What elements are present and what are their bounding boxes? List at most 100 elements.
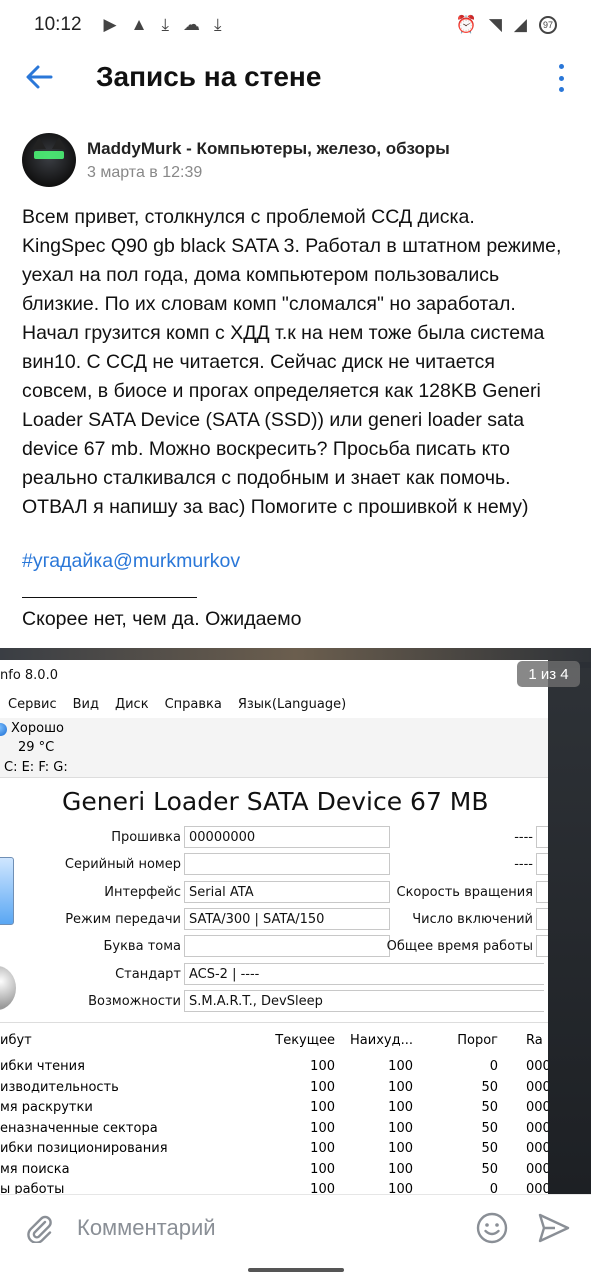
- table-row: ибки чтения 100 100 0 000: [0, 1055, 551, 1076]
- cell: 50: [481, 1100, 498, 1115]
- youtube-icon: ▶: [103, 15, 117, 34]
- page-title: Запись на стене: [96, 61, 322, 92]
- field-value: S.M.A.R.T., DevSleep: [184, 990, 544, 1012]
- field-value: [184, 935, 390, 957]
- cell: 100: [388, 1182, 413, 1194]
- health-status: Хорошо: [11, 721, 64, 736]
- back-arrow-icon[interactable]: [24, 62, 54, 92]
- cell: 100: [310, 1100, 335, 1115]
- cell: мя раскрутки: [0, 1100, 93, 1115]
- author-name[interactable]: MaddyMurk - Компьютеры, железо, обзоры: [87, 139, 450, 159]
- cell: 100: [310, 1182, 335, 1194]
- cell: 100: [310, 1161, 335, 1177]
- download-icon: ⤓: [213, 15, 222, 34]
- cell: ибки чтения: [0, 1059, 85, 1074]
- table-row: мя поиска 100 100 50 000: [0, 1158, 551, 1179]
- app-menu-bar: Сервис Вид Диск Справка Язык(Language): [0, 687, 548, 721]
- field-label: Стандарт: [115, 967, 181, 982]
- field-value: 00000000: [184, 826, 390, 848]
- cell: 100: [388, 1120, 413, 1136]
- table-row: мя раскрутки 100 100 50 000: [0, 1096, 551, 1117]
- field-label: ----: [514, 857, 533, 872]
- cell: 50: [481, 1161, 498, 1177]
- column-header: Порог: [457, 1033, 498, 1048]
- cell: 0: [489, 1059, 498, 1074]
- table-row: ибки позиционирования 100 100 50 000: [0, 1137, 551, 1158]
- cell: 50: [481, 1079, 498, 1095]
- post-line: Начал грузится комп с ХДД т.к на нем тож…: [22, 322, 545, 344]
- cell: 100: [388, 1059, 413, 1074]
- field-label: Скорость вращения: [396, 885, 534, 900]
- post-line: Всем привет, столкнулся с проблемой ССД …: [22, 206, 475, 228]
- emoji-icon[interactable]: [475, 1211, 509, 1245]
- cell: ы работы: [0, 1182, 65, 1194]
- cloud-icon: ☁: [182, 15, 200, 34]
- field-label: Режим передачи: [65, 912, 181, 927]
- cell: 100: [310, 1141, 335, 1156]
- field-label: Серийный номер: [64, 857, 181, 872]
- cell: ибки позиционирования: [0, 1141, 168, 1156]
- hashtag-link[interactable]: #угадайка@murkmurkov: [22, 550, 240, 573]
- table-row: ы работы 100 100 0 000: [0, 1178, 551, 1194]
- photo-background: [548, 668, 591, 1194]
- field-label: Интерфейс: [104, 885, 181, 900]
- table-row: еназначенные сектора 100 100 50 000: [0, 1117, 551, 1138]
- photo-counter: 1 из 4: [517, 661, 580, 687]
- cell: еназначенные сектора: [0, 1120, 158, 1136]
- comment-input[interactable]: Комментарий: [77, 1215, 216, 1241]
- post-line: близкие. По их словам комп "сломался" но…: [22, 293, 516, 315]
- navigation-icon: ▲: [130, 15, 148, 34]
- post-footnote: Скорее нет, чем да. Ожидаемо: [22, 608, 302, 630]
- system-icons: ⏰ ◥ ◢ 97: [456, 15, 557, 35]
- health-dot-icon: [0, 723, 7, 736]
- download-icon: ⤓: [161, 15, 169, 34]
- window-title: nfo 8.0.0: [0, 660, 548, 687]
- cell: 100: [310, 1079, 335, 1095]
- post-text: Всем привет, столкнулся с проблемой ССД …: [22, 203, 577, 522]
- cell: 100: [388, 1161, 413, 1177]
- post-line: device 67 mb. Можно воскресить? Просьба …: [22, 438, 510, 460]
- cell: 0: [489, 1182, 498, 1194]
- cell: 100: [388, 1141, 413, 1156]
- field-value: ACS-2 | ----: [184, 963, 544, 985]
- field-value: SATA/300 | SATA/150: [184, 908, 390, 930]
- column-header: Наихуд...: [350, 1033, 413, 1048]
- photo-attachment[interactable]: nfo 8.0.0 Сервис Вид Диск Справка Язык(L…: [0, 648, 591, 1194]
- device-title: Generi Loader SATA Device 67 MB: [62, 787, 489, 816]
- table-header: ибут Текущее Наихуд... Порог Ra: [0, 1023, 548, 1055]
- field-label: Прошивка: [111, 830, 181, 845]
- notification-icons: ▶ ▲ ⤓ ☁ ⤓: [104, 15, 222, 35]
- cell: 100: [388, 1100, 413, 1115]
- cell: 100: [310, 1059, 335, 1074]
- temperature: 29 °C: [18, 740, 55, 755]
- paperclip-icon[interactable]: [24, 1213, 54, 1243]
- avatar[interactable]: [22, 133, 76, 187]
- post-line: ОТВАЛ я напишу за вас) Помогите с прошив…: [22, 496, 529, 518]
- status-bar: 10:12 ▶ ▲ ⤓ ☁ ⤓ ⏰ ◥ ◢ 97: [0, 0, 591, 50]
- post-line: KingSpec Q90 gb black SATA 3. Работал в …: [22, 235, 562, 257]
- app-header: Запись на стене: [0, 50, 591, 106]
- wifi-icon: ◥: [488, 15, 502, 34]
- send-icon[interactable]: [537, 1212, 571, 1244]
- more-options-icon[interactable]: [557, 64, 565, 92]
- drive-letters: C: E: F: G:: [4, 760, 68, 775]
- cell: изводительность: [0, 1079, 119, 1095]
- field-label: ----: [514, 830, 533, 845]
- field-label: Число включений: [412, 912, 533, 927]
- post-line: реально сталкивался с подобным и знает к…: [22, 467, 511, 489]
- field-label: Общее время работы: [386, 939, 533, 954]
- post-date: 3 марта в 12:39: [87, 164, 203, 181]
- column-header: Ra: [526, 1033, 543, 1048]
- crystaldiskinfo-window: nfo 8.0.0 Сервис Вид Диск Справка Язык(L…: [0, 660, 556, 1194]
- cell: мя поиска: [0, 1161, 70, 1177]
- status-time: 10:12: [34, 14, 82, 35]
- battery-icon: 97: [539, 16, 557, 34]
- home-indicator[interactable]: [248, 1268, 344, 1272]
- post-line: уехал на пол года, дома компьютером поль…: [22, 264, 500, 286]
- cell: 100: [310, 1120, 335, 1136]
- cell: 100: [388, 1079, 413, 1095]
- post-line: совсем, в биосе и прогах определяется ка…: [22, 380, 541, 402]
- disk-status-box: Хорошо 29 °C C: E: F: G:: [0, 718, 548, 778]
- table-row: изводительность 100 100 50 000: [0, 1076, 551, 1097]
- column-header: ибут: [0, 1033, 32, 1048]
